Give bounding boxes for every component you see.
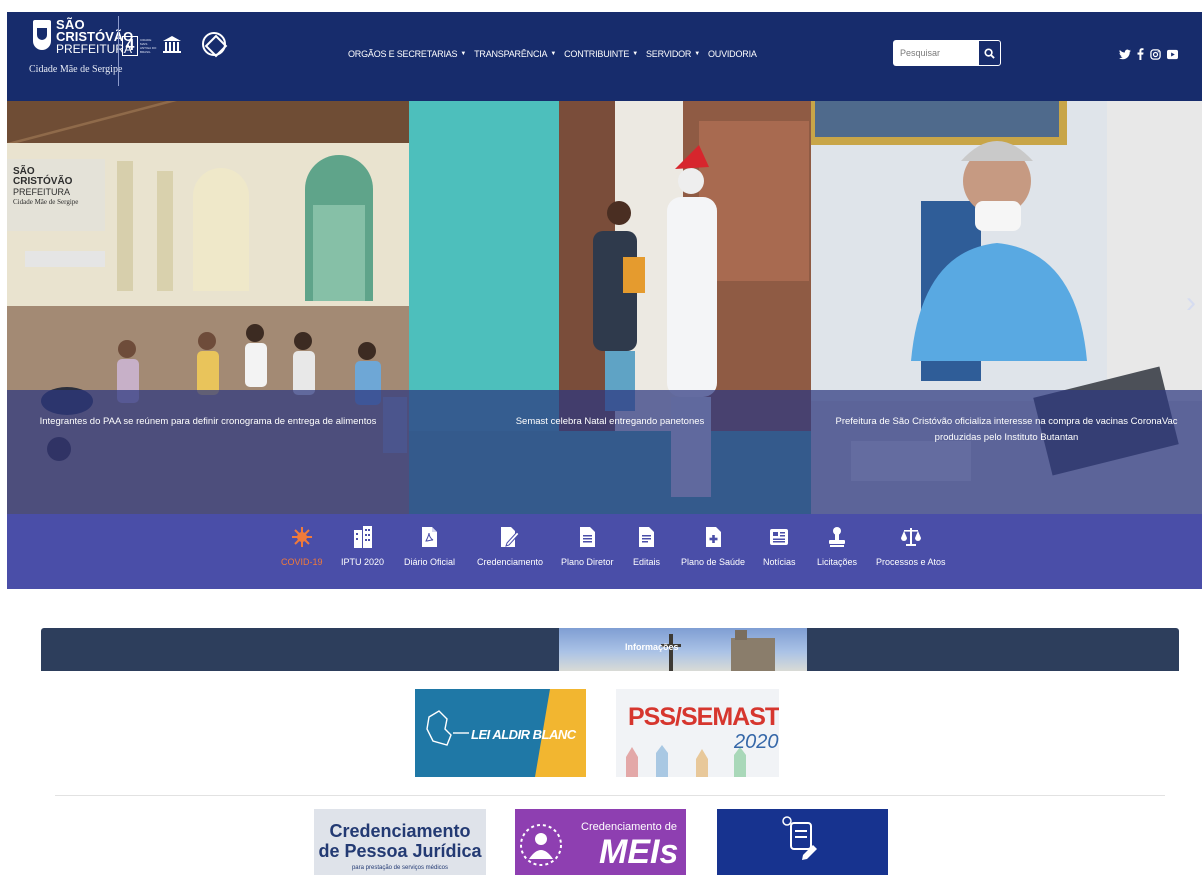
document-icon (576, 524, 598, 550)
scales-icon (900, 524, 922, 550)
quick-link-editais[interactable]: Editais (633, 524, 660, 567)
slide-caption[interactable]: Integrantes do PAA se reúnem para defini… (7, 390, 409, 514)
quick-link-label: Notícias (763, 557, 796, 567)
banner-line-2: MEIs (599, 833, 679, 871)
logo-tagline: Cidade Mãe de Sergipe (29, 64, 123, 75)
nav-label: CONTRIBUINTE (564, 49, 630, 59)
info-section-header: Informações (41, 628, 1179, 671)
nav-contribuinte[interactable]: CONTRIBUINTE ▼ (564, 49, 638, 59)
nav-label: OUVIDORIA (707, 49, 757, 59)
stamp-icon (826, 524, 848, 550)
caret-down-icon: ▼ (460, 51, 467, 57)
quick-link-label: Processos e Atos (876, 557, 946, 567)
lei-aldir-blanc-banner[interactable]: LEI ALDIR BLANC (415, 689, 586, 777)
documents-banner[interactable] (717, 809, 888, 875)
quick-link-plano-diretor[interactable]: Plano Diretor (561, 524, 614, 567)
banner-line-1: Credenciamento (329, 821, 471, 841)
quick-link-label: Licitações (817, 557, 858, 567)
quick-link-iptu[interactable]: IPTU 2020 (341, 524, 384, 567)
info-header-image: Informações (559, 628, 807, 671)
photo-sign-line-2: CRISTÓVÃO (13, 176, 73, 187)
quick-link-label: Editais (633, 557, 661, 567)
quick-link-licitacoes[interactable]: Licitações (817, 524, 857, 567)
quick-link-covid[interactable]: COVID-19 (281, 524, 323, 567)
nav-label: ORGÃOS E SECRETARIAS (348, 49, 458, 59)
quick-link-label: IPTU 2020 (341, 557, 385, 567)
heritage-seal-icon (202, 32, 226, 56)
file-text-icon (636, 524, 658, 550)
logo-divider (118, 16, 119, 86)
info-section-title: Informações (625, 642, 679, 652)
prefeitura-logo[interactable]: SÃO CRISTÓVÃO PREFEITURA Cidade Mãe de S… (19, 16, 247, 96)
caret-down-icon: ▼ (632, 51, 638, 57)
youtube-icon[interactable] (1167, 49, 1178, 60)
banner-text: LEI ALDIR BLANC (471, 727, 576, 742)
social-links (1119, 48, 1178, 60)
caret-down-icon: ▼ (550, 51, 557, 57)
photo-sign-line-3: PREFEITURA (13, 187, 71, 197)
slide-caption[interactable]: Semast celebra Natal entregando panetone… (409, 390, 811, 514)
banner-line-2: de Pessoa Jurídica (318, 841, 482, 861)
photo-sign: SÃO CRISTÓVÃO PREFEITURA Cidade Mãe de S… (13, 167, 105, 207)
nav-orgaos-secretarias[interactable]: ORGÃOS E SECRETARIAS ▼ (348, 49, 466, 59)
facebook-icon[interactable] (1137, 48, 1144, 60)
carousel-slide-2[interactable]: Semast celebra Natal entregando panetone… (409, 101, 811, 514)
banner-line-1: Credenciamento de (581, 821, 678, 833)
church-image (731, 630, 775, 671)
search-icon (984, 47, 995, 59)
page-frame: SÃO CRISTÓVÃO PREFEITURA Cidade Mãe de S… (7, 12, 1202, 875)
nav-transparencia[interactable]: TRANSPARÊNCIA ▼ (474, 49, 556, 59)
building-icon (352, 524, 374, 550)
search-box (893, 40, 1001, 66)
credenciamento-meis-banner[interactable]: Credenciamento de MEIs (515, 809, 686, 875)
newspaper-icon (768, 524, 790, 550)
chevron-right-icon[interactable]: › (1186, 286, 1196, 320)
nav-servidor[interactable]: SERVIDOR ▼ (646, 49, 700, 59)
caret-down-icon: ▼ (694, 51, 700, 57)
quick-link-label: Plano de Saúde (681, 557, 746, 567)
slide-caption[interactable]: Prefeitura de São Cristóvão oficializa i… (811, 390, 1202, 514)
fourth-oldest-city-badge: 4 (122, 36, 138, 56)
banner-year: 2020 (734, 731, 779, 753)
quick-link-label: COVID-19 (281, 557, 323, 567)
banner-title: PSS/SEMAST (628, 703, 779, 731)
quick-link-label: Credenciamento (477, 557, 544, 567)
search-input[interactable] (893, 40, 978, 66)
logo-line-3: PREFEITURA (56, 42, 133, 56)
twitter-icon[interactable] (1119, 49, 1131, 60)
medical-file-icon (702, 524, 724, 550)
photo-sign-line-4: Cidade Mãe de Sergipe (13, 198, 79, 206)
pdf-file-icon (419, 524, 441, 550)
main-nav: ORGÃOS E SECRETARIAS ▼ TRANSPARÊNCIA ▼ C… (348, 49, 757, 59)
badge-caption: CIDADE MAIS ANTIGA DO BRASIL (140, 38, 157, 54)
pss-semast-banner[interactable]: PSS/SEMAST 2020 (616, 689, 779, 777)
carousel-slide-1[interactable]: SÃO CRISTÓVÃO PREFEITURA Cidade Mãe de S… (7, 101, 409, 514)
quick-link-processos-atos[interactable]: Processos e Atos (876, 524, 946, 567)
banner-line-3: para prestação de serviços médicos (351, 865, 449, 871)
signed-document-icon (499, 524, 521, 550)
nav-label: TRANSPARÊNCIA (474, 49, 548, 59)
credenciamento-pj-banner[interactable]: Credenciamento de Pessoa Jurídica para p… (314, 809, 486, 875)
search-button[interactable] (978, 40, 1001, 66)
virus-icon (291, 524, 313, 550)
coat-of-arms-icon (33, 20, 51, 50)
site-header: SÃO CRISTÓVÃO PREFEITURA Cidade Mãe de S… (7, 12, 1202, 101)
news-carousel: SÃO CRISTÓVÃO PREFEITURA Cidade Mãe de S… (7, 101, 1202, 514)
quick-link-credenciamento[interactable]: Credenciamento (477, 524, 543, 567)
carousel-slide-3[interactable]: Prefeitura de São Cristóvão oficializa i… (811, 101, 1202, 514)
quick-link-noticias[interactable]: Notícias (763, 524, 796, 567)
quick-link-plano-saude[interactable]: Plano de Saúde (681, 524, 745, 567)
instagram-icon[interactable] (1150, 48, 1161, 60)
nav-ouvidoria[interactable]: OUVIDORIA (708, 49, 757, 59)
document-edit-icon (782, 816, 817, 860)
quick-links-bar: COVID-19 IPTU 2020 Diário Oficial Creden… (7, 514, 1202, 589)
quick-link-label: Plano Diretor (561, 557, 614, 567)
cross-monument (661, 634, 681, 671)
unesco-temple-icon (163, 36, 181, 53)
quick-link-diario-oficial[interactable]: Diário Oficial (404, 524, 455, 567)
quick-link-label: Diário Oficial (404, 557, 456, 567)
nav-label: SERVIDOR (645, 49, 692, 59)
section-divider (55, 795, 1165, 796)
